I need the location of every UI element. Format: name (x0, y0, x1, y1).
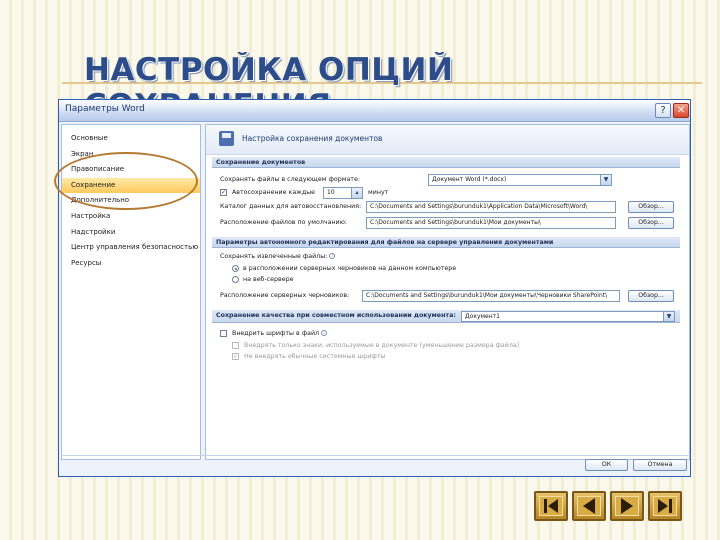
autosave-label: Автосохранение каждые (232, 189, 316, 196)
floppy-disk-icon (219, 131, 234, 146)
autorecover-path-field[interactable]: C:\Documents and Settings\burunduk1\Appl… (366, 201, 616, 213)
help-icon[interactable]: ? (655, 103, 671, 118)
default-location-label: Расположение файлов по умолчанию: (220, 219, 348, 226)
radio-web-server[interactable] (232, 276, 239, 283)
skip-back-icon (544, 499, 558, 513)
format-dropdown[interactable]: Документ Word (*.docx) ▼ (428, 174, 612, 186)
first-slide-button[interactable] (534, 491, 568, 521)
nav-item-trust-center[interactable]: Центр управления безопасностью (62, 240, 200, 256)
drafts-location-label: Расположение серверных черновиков: (220, 292, 350, 299)
ok-button[interactable]: ОК (585, 459, 628, 471)
previous-slide-button[interactable] (572, 491, 606, 521)
drafts-location-field[interactable]: C:\Documents and Settings\burunduk1\Мои … (362, 290, 620, 302)
save-settings-pane: Настройка сохранения документов Сохранен… (205, 124, 690, 460)
no-system-fonts-label: Не внедрять обычные системные шрифты (244, 353, 386, 360)
slide-title: НАСТРОЙКА ОПЦИЙ СОХРАНЕНИЯ (84, 52, 454, 104)
embed-fonts-checkbox[interactable] (220, 330, 227, 337)
format-label: Сохранять файлы в следующем формате: (220, 176, 360, 183)
radio-local-drafts-label: в расположении серверных черновиков на д… (243, 265, 457, 272)
pane-header-title: Настройка сохранения документов (242, 134, 383, 143)
chevron-down-icon: ▼ (600, 175, 611, 185)
save-checked-out-label: Сохранять извлеченные файлы: i (220, 253, 336, 260)
close-icon[interactable]: ✕ (673, 103, 689, 118)
autosave-checkbox[interactable]: ✓ (220, 189, 227, 196)
autosave-minutes-stepper[interactable]: 10 ▴ (323, 187, 363, 199)
autorecover-label: Каталог данных для автовосстановления: (220, 203, 362, 210)
embed-used-chars-label: Внедрять только знаки, используемые в до… (244, 342, 520, 349)
autosave-unit: минут (368, 189, 389, 196)
footer-divider (61, 455, 690, 456)
chevron-down-icon: ▼ (663, 312, 674, 321)
info-icon: i (329, 253, 336, 259)
dialog-title: Параметры Word (65, 104, 145, 114)
last-slide-button[interactable] (648, 491, 682, 521)
section-save-documents: Сохранение документов (212, 157, 680, 168)
fidelity-document-dropdown[interactable]: Документ1 ▼ (461, 311, 675, 322)
embed-used-chars-checkbox[interactable] (232, 342, 239, 349)
spinner-icon: ▴ (351, 188, 362, 198)
info-icon: i (321, 330, 328, 336)
arrow-right-icon (621, 498, 633, 514)
highlight-ellipse (54, 152, 198, 210)
pane-header: Настройка сохранения документов (206, 125, 689, 155)
nav-item-general[interactable]: Основные (62, 131, 200, 147)
embed-fonts-label: Внедрить шрифты в файл i (232, 330, 328, 337)
no-system-fonts-checkbox[interactable]: ✓ (232, 353, 239, 360)
autorecover-browse-button[interactable]: Обзор... (628, 201, 674, 213)
radio-web-server-label: на веб-сервере (243, 276, 294, 283)
slide-navigation (534, 491, 684, 521)
radio-local-drafts[interactable] (232, 265, 239, 272)
section-offline-editing: Параметры автономного редактирования для… (212, 237, 680, 248)
dialog-titlebar: Параметры Word ? ✕ (59, 100, 690, 122)
next-slide-button[interactable] (610, 491, 644, 521)
nav-item-customize[interactable]: Настройка (62, 209, 200, 225)
default-location-field[interactable]: C:\Documents and Settings\burunduk1\Мои … (366, 217, 616, 229)
nav-item-resources[interactable]: Ресурсы (62, 256, 200, 272)
nav-item-addins[interactable]: Надстройки (62, 225, 200, 241)
cancel-button[interactable]: Отмена (633, 459, 687, 471)
drafts-browse-button[interactable]: Обзор... (628, 290, 674, 302)
arrow-left-icon (583, 498, 595, 514)
skip-forward-icon (658, 499, 672, 513)
default-browse-button[interactable]: Обзор... (628, 217, 674, 229)
